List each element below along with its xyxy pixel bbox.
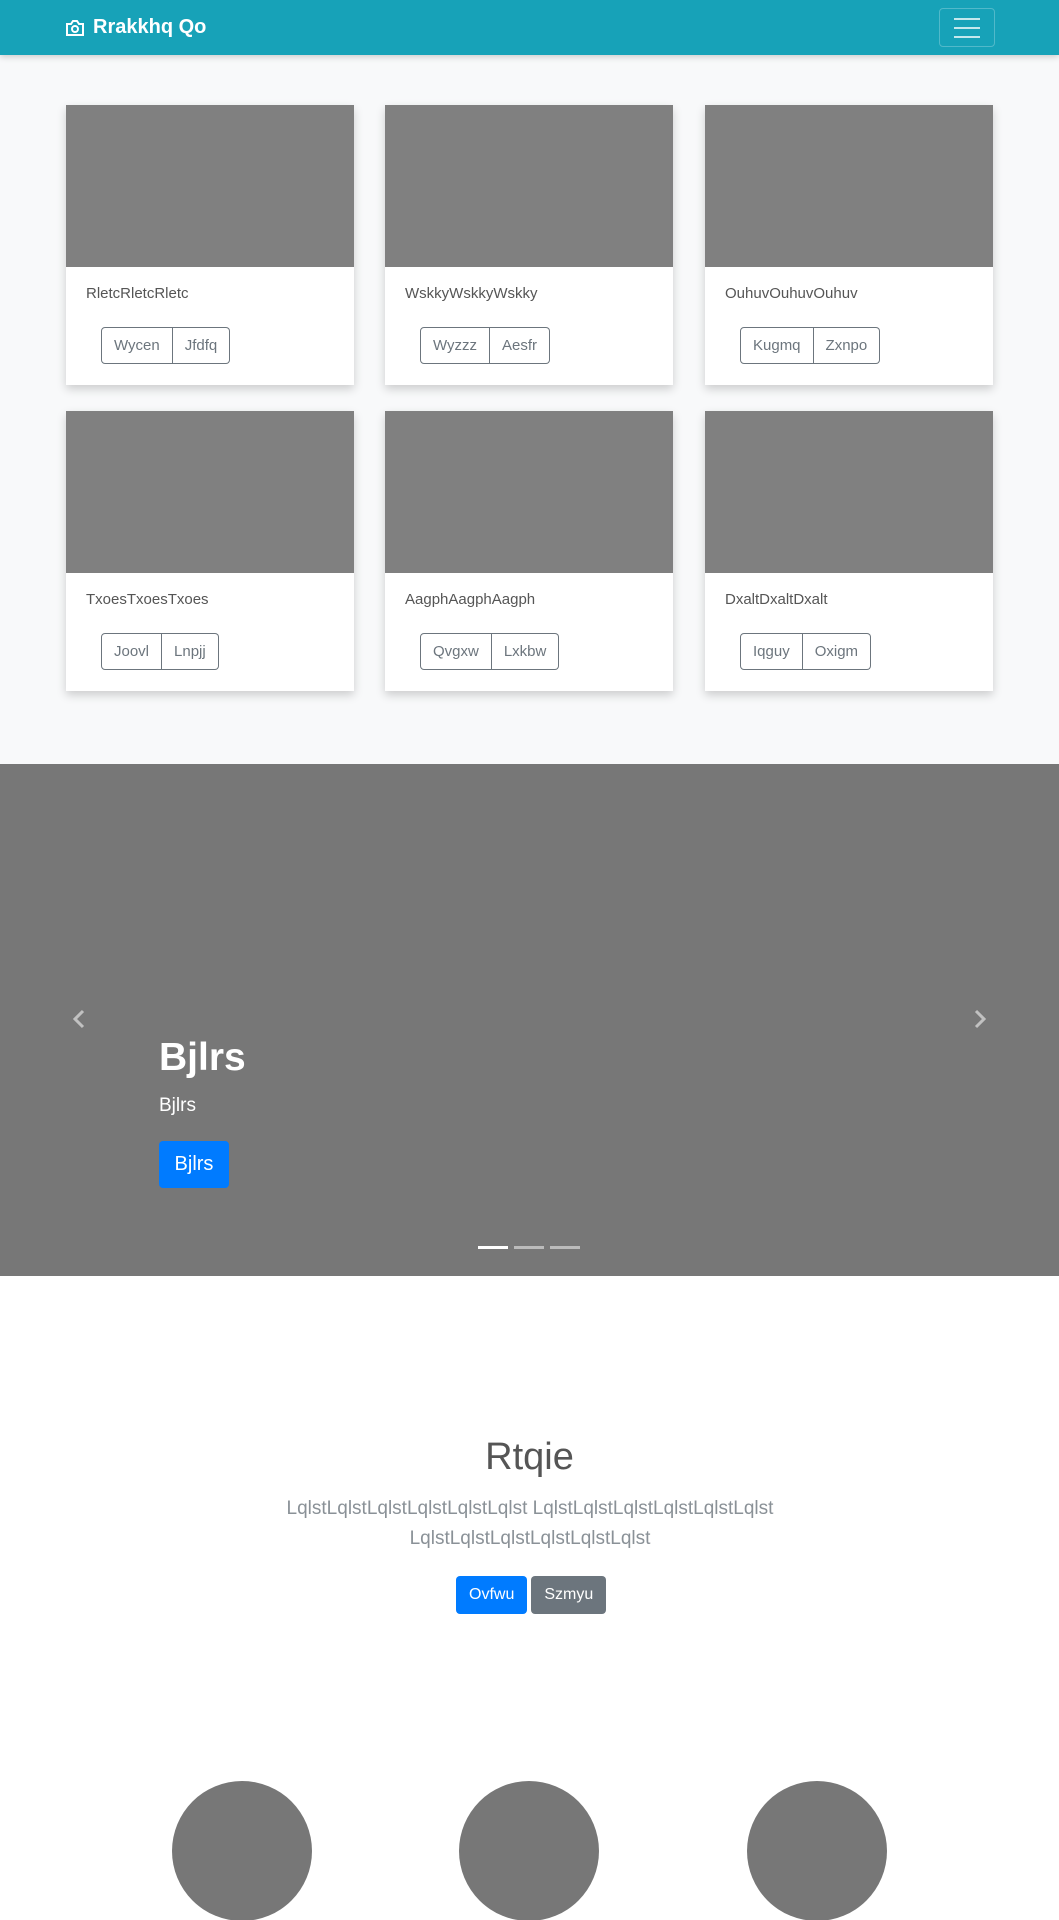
card-image-placeholder xyxy=(66,105,354,267)
card-button[interactable]: Iqguy xyxy=(740,633,803,670)
album-card: RletcRletcRletc Wycen Jfdfq xyxy=(66,105,354,385)
carousel-indicator[interactable] xyxy=(478,1246,508,1249)
navbar-toggler-button[interactable] xyxy=(939,8,995,47)
card-image-placeholder xyxy=(385,105,673,267)
card-text: RletcRletcRletc xyxy=(86,285,189,302)
card-button[interactable]: Lnpjj xyxy=(162,633,219,670)
card-text: DxaltDxaltDxalt xyxy=(725,591,828,608)
card-button[interactable]: Lxkbw xyxy=(491,633,560,670)
card-image-placeholder xyxy=(705,105,993,267)
circle-image-placeholder xyxy=(459,1781,599,1920)
carousel-prev-button[interactable] xyxy=(64,1004,94,1034)
chevron-left-icon xyxy=(72,1009,85,1029)
card-button[interactable]: Oxigm xyxy=(802,633,872,670)
card-button[interactable]: Zxnpo xyxy=(813,327,881,364)
jumbotron-buttons: Ovfwu Szmyu xyxy=(456,1576,607,1614)
album-card: TxoesTxoesTxoes Joovl Lnpjj xyxy=(66,411,354,691)
card-image-placeholder xyxy=(385,411,673,573)
card-button[interactable]: Wyzzz xyxy=(420,327,491,364)
card-button-group: Wycen Jfdfq xyxy=(101,327,231,364)
circle-image-placeholder xyxy=(747,1781,887,1920)
card-button[interactable]: Qvgxw xyxy=(420,633,492,670)
brand-link[interactable]: Rrakkhq Qo xyxy=(65,0,206,55)
card-button[interactable]: Jfdfq xyxy=(172,327,231,364)
carousel-caption-title: Bjlrs xyxy=(159,1036,246,1079)
jumbotron-lead: LqlstLqlstLqlstLqlstLqlstLqlst LqlstLqls… xyxy=(286,1498,774,1549)
card-text: OuhuvOuhuvOuhuv xyxy=(725,285,858,302)
card-button[interactable]: Aesfr xyxy=(490,327,551,364)
carousel-indicator[interactable] xyxy=(514,1246,544,1249)
menu-icon-bar xyxy=(954,35,980,38)
circle-image-placeholder xyxy=(172,1781,312,1920)
album-card: DxaltDxaltDxalt Iqguy Oxigm xyxy=(705,411,993,691)
secondary-button[interactable]: Szmyu xyxy=(531,1576,607,1614)
menu-icon-bar xyxy=(954,17,980,20)
card-button-group: Kugmq Zxnpo xyxy=(740,327,881,364)
card-button[interactable]: Kugmq xyxy=(740,327,814,364)
navbar: Rrakkhq Qo xyxy=(0,0,1059,55)
card-button-group: Wyzzz Aesfr xyxy=(420,327,551,364)
card-button-group: Qvgxw Lxkbw xyxy=(420,633,560,670)
carousel-caption-button[interactable]: Bjlrs xyxy=(159,1141,229,1188)
album-card: AagphAagphAagph Qvgxw Lxkbw xyxy=(385,411,673,691)
jumbotron-heading: Rtqie xyxy=(485,1436,574,1478)
card-image-placeholder xyxy=(66,411,354,573)
carousel-indicator[interactable] xyxy=(550,1246,580,1249)
carousel-next-button[interactable] xyxy=(965,1004,995,1034)
card-image-placeholder xyxy=(705,411,993,573)
card-button-group: Joovl Lnpjj xyxy=(101,633,219,670)
chevron-right-icon xyxy=(974,1009,987,1029)
album-card: OuhuvOuhuvOuhuv Kugmq Zxnpo xyxy=(705,105,993,385)
album-section: RletcRletcRletc Wycen Jfdfq WskkyWskkyWs… xyxy=(0,55,1059,764)
menu-icon-bar xyxy=(954,26,980,29)
camera-icon xyxy=(66,19,84,36)
carousel-caption-text: Bjlrs xyxy=(159,1095,196,1116)
album-card: WskkyWskkyWskky Wyzzz Aesfr xyxy=(385,105,673,385)
carousel-indicators xyxy=(478,1246,580,1249)
primary-button[interactable]: Ovfwu xyxy=(456,1576,528,1614)
card-text: WskkyWskkyWskky xyxy=(405,285,538,302)
card-text: TxoesTxoesTxoes xyxy=(86,591,209,608)
brand-name: Rrakkhq Qo xyxy=(93,16,207,38)
card-button-group: Iqguy Oxigm xyxy=(740,633,872,670)
card-button[interactable]: Joovl xyxy=(101,633,163,670)
card-text: AagphAagphAagph xyxy=(405,591,536,608)
card-button[interactable]: Wycen xyxy=(101,327,173,364)
carousel: Bjlrs Bjlrs Bjlrs xyxy=(0,764,1059,1276)
